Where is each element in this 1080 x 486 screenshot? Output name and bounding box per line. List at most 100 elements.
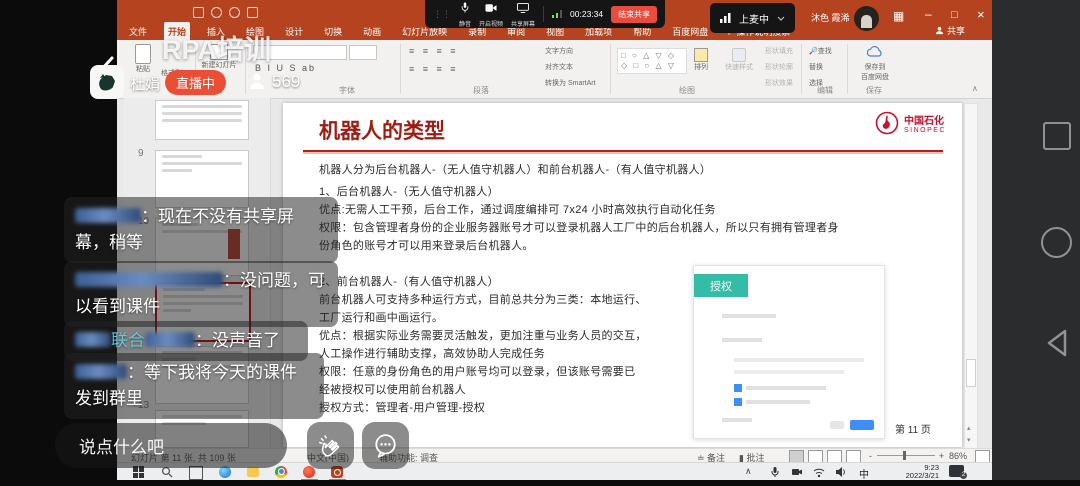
zoom-in-button[interactable]: + [939, 451, 944, 461]
zoom-slider[interactable] [877, 455, 935, 456]
redo-icon[interactable] [229, 7, 240, 18]
tray-expand-chevron[interactable]: ∧ [745, 466, 752, 477]
logo-en-text: SINOPEC [904, 127, 946, 134]
find-button[interactable]: 🔎查找 [809, 46, 832, 56]
emoji-comment-button[interactable] [362, 422, 409, 469]
quick-styles-button[interactable]: 快速样式 [721, 48, 757, 72]
tab-animations[interactable]: 动画 [359, 22, 385, 41]
slide-text-line: 优点：根据实际业务需要灵活触发，更加注重与业务人员的交互， [319, 327, 647, 343]
bullet-buttons[interactable]: ≡ ≡ ≡ ≡ [409, 46, 459, 56]
shapes-gallery[interactable]: □ ○ △ ▽ ◇ ◇ □ ○ △ ▽ [617, 48, 687, 74]
replace-button[interactable]: 替换 [809, 62, 823, 72]
screenshot-stage: 文件 开始 插入 绘图 设计 切换 动画 幻灯片放映 录制 审阅 视图 加载项 … [0, 0, 1080, 486]
tray-mic-icon[interactable] [769, 466, 781, 478]
form-line [746, 386, 826, 390]
viewer-count: 569 [272, 72, 300, 92]
slide-page-number: 第 11 页 [895, 421, 931, 436]
form-line [722, 418, 752, 422]
slide-text-line: 经被授权可以使用前台机器人 [319, 381, 466, 397]
tray-camera-icon[interactable] [791, 466, 803, 478]
next-slide-button[interactable]: ▾ [967, 436, 971, 444]
quick-styles-icon [732, 48, 746, 62]
save-to-netdisk-button[interactable]: 保存到 百度网盘 [853, 44, 897, 82]
chat-username-partial: 联合 [111, 331, 145, 350]
on-mic-status-pill[interactable]: 上麦中 [710, 3, 795, 33]
checkbox-icon [734, 384, 742, 392]
chat-username-redacted [75, 364, 127, 379]
text-direction-button[interactable]: 文字方向 [545, 46, 573, 56]
form-line [746, 400, 810, 404]
tab-transitions[interactable]: 切换 [320, 22, 346, 41]
slide-title: 机器人的类型 [319, 115, 445, 145]
tray-network-icon[interactable] [813, 466, 825, 478]
speech-bubble-icon [372, 432, 399, 459]
smartart-button[interactable]: 转换为 SmartArt [545, 78, 596, 88]
streamer-avatar[interactable] [90, 65, 124, 99]
minimize-button[interactable]: – [925, 7, 932, 21]
quick-access-toolbar[interactable] [193, 5, 265, 23]
tab-design[interactable]: 设计 [281, 22, 307, 41]
font-size-combo[interactable] [349, 45, 377, 60]
recent-apps-button[interactable] [1043, 122, 1071, 150]
ribbon-display-options-button[interactable]: ▦ [893, 9, 904, 23]
zoom-level[interactable]: 86% [949, 451, 967, 461]
share-screen-button[interactable]: 共享屏幕 [511, 0, 535, 28]
shape-effects-button[interactable]: 形状效果 [765, 78, 793, 88]
editing-group-label: 编辑 [817, 85, 833, 96]
account-name[interactable]: 沐色 霞浠 [811, 11, 850, 24]
slide-text-line: 2、前台机器人-（有人值守机器人） [319, 273, 499, 289]
slide-thumbnail[interactable] [155, 100, 249, 140]
sinopec-mark-icon [875, 111, 899, 135]
chat-message: ：没问题，可以看到课件 [64, 261, 338, 327]
drag-handle-icon[interactable]: ⋮⋮ [433, 9, 451, 20]
clap-button[interactable] [307, 422, 354, 469]
home-button[interactable] [1041, 227, 1072, 258]
share-button[interactable]: 共享 [935, 24, 965, 37]
shape-outline-button[interactable]: 形状轮廓 [765, 62, 793, 72]
camera-icon [485, 3, 497, 13]
previous-slide-button[interactable]: ▴ [967, 424, 971, 432]
task-view-icon[interactable] [189, 466, 203, 480]
viewer-icon [249, 72, 265, 90]
chat-message: ：现在不没有共享屏幕，稍等 [64, 197, 338, 263]
tab-baidu-netdisk[interactable]: 百度网盘 [668, 22, 712, 41]
chat-username-redacted [145, 332, 195, 347]
slide-text-line: 授权方式：管理者-用户管理-授权 [319, 399, 485, 415]
align-text-button[interactable]: 对齐文本 [545, 62, 573, 72]
mute-button[interactable]: 静音 [459, 0, 471, 28]
zoom-slider-thumb[interactable] [903, 451, 906, 460]
slideshow-icon[interactable] [247, 7, 258, 18]
restore-button[interactable]: □ [951, 9, 958, 21]
app-icon-red[interactable] [303, 466, 315, 478]
file-explorer-icon[interactable] [247, 467, 259, 477]
tray-chat-icon[interactable]: 2 [949, 465, 964, 477]
authorization-screenshot: 授权 [693, 265, 885, 439]
scrollbar-thumb[interactable] [966, 359, 976, 387]
logo-cn-text: 中国石化 [904, 112, 946, 127]
paste-button[interactable]: 粘贴 [129, 44, 157, 74]
video-button[interactable]: 开启视频 [479, 0, 503, 28]
taskbar-clock[interactable]: 9:23 2022/3/21 [881, 464, 939, 480]
tray-speaker-icon[interactable] [835, 466, 847, 478]
align-buttons[interactable]: ≡ ≡ ≡ ≡ [409, 64, 459, 74]
tab-file[interactable]: 文件 [125, 22, 151, 41]
collapse-ribbon-button[interactable]: ∧ [972, 84, 978, 93]
save-icon[interactable] [193, 7, 204, 18]
chat-message: ：等下我将今天的课件发到群里 [64, 353, 324, 419]
zoom-out-button[interactable]: - [869, 451, 872, 461]
chat-input-placeholder: 说点什么吧 [79, 433, 164, 458]
undo-icon[interactable] [211, 7, 222, 18]
slide-scrollbar[interactable]: ▴ ▾ [964, 103, 978, 449]
back-nav-button[interactable] [1043, 328, 1069, 358]
shape-fill-button[interactable]: 形状填充 [765, 46, 793, 56]
ime-indicator[interactable]: 中 [859, 466, 869, 480]
arrange-button[interactable]: 排列 [686, 48, 716, 72]
close-button[interactable]: × [977, 7, 985, 22]
account-avatar[interactable] [854, 6, 879, 31]
chrome-icon[interactable] [275, 466, 287, 478]
chat-input[interactable]: 说点什么吧 [55, 423, 287, 468]
cancel-button [830, 421, 844, 429]
end-share-button[interactable]: 结束共享 [611, 6, 657, 23]
checkbox-icon [734, 398, 742, 406]
confirm-button [850, 420, 874, 430]
